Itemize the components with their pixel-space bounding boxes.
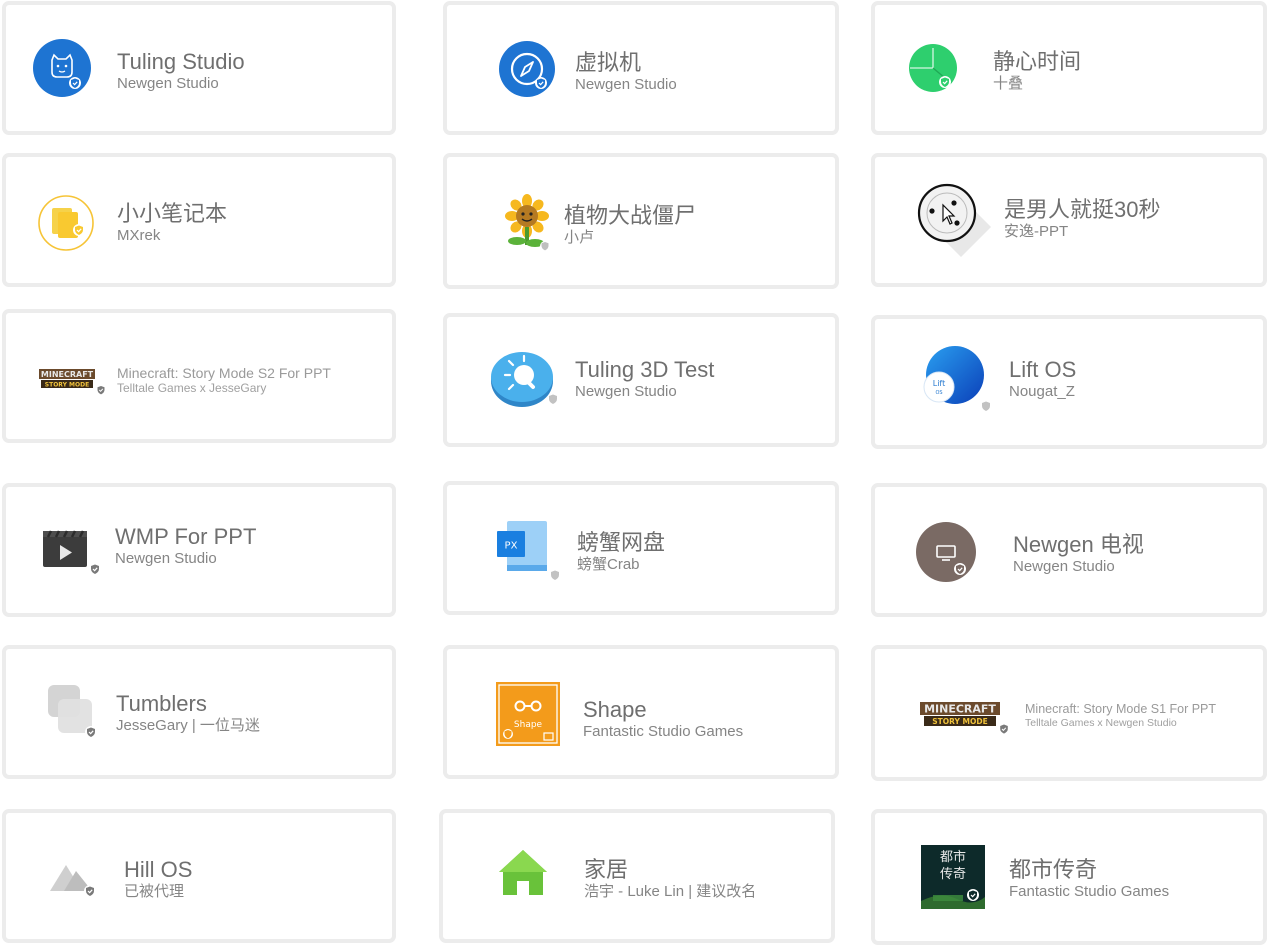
app-subtitle: 小卢 xyxy=(564,229,595,246)
app-subtitle: 已被代理 xyxy=(124,883,185,900)
app-title: Lift OS xyxy=(1009,357,1077,382)
house-icon xyxy=(497,847,557,899)
app-title: Newgen 电视 xyxy=(1013,532,1144,557)
app-subtitle: Nougat_Z xyxy=(1009,383,1075,400)
px-label: PX xyxy=(505,541,518,552)
os-label: OS xyxy=(935,390,942,396)
app-subtitle: Telltale Games x JesseGary xyxy=(117,381,267,395)
shape-icon: Shape xyxy=(496,682,562,748)
app-card-hill-os[interactable]: Hill OS 已被代理 xyxy=(2,809,396,943)
app-title: 是男人就挺30秒 xyxy=(1004,197,1161,222)
app-title: 静心时间 xyxy=(993,49,1082,74)
app-card-tuling-studio[interactable]: Tuling Studio Newgen Studio xyxy=(2,1,396,135)
notebook-icon xyxy=(37,195,95,253)
sunflower-icon xyxy=(501,193,557,255)
app-card-virtual-machine[interactable]: 虚拟机 Newgen Studio xyxy=(443,1,839,135)
app-card-meditation-time[interactable]: 静心时间 十叠 xyxy=(871,1,1267,135)
app-title: 虚拟机 xyxy=(575,50,642,75)
app-subtitle: Fantastic Studio Games xyxy=(583,723,744,740)
minecraft-logo-icon: MINECRAFT STORY MODE xyxy=(920,702,1016,738)
app-subtitle: Newgen Studio xyxy=(117,75,219,92)
app-card-survive-30s[interactable]: 是男人就挺30秒 安逸-PPT xyxy=(871,153,1267,287)
app-title: 植物大战僵尸 xyxy=(564,203,697,228)
mountain-icon xyxy=(48,853,104,903)
app-card-city-legend[interactable]: 都市 传奇 都市传奇 Fantastic Studio Games xyxy=(871,809,1267,945)
target-cursor-icon xyxy=(917,183,993,259)
app-card-minecraft-s2[interactable]: MINECRAFT STORY MODE Minecraft: Story Mo… xyxy=(2,309,396,443)
app-subtitle: Newgen Studio xyxy=(575,383,677,400)
minecraft-wordmark: MINECRAFT xyxy=(924,703,996,716)
app-subtitle: Newgen Studio xyxy=(1013,558,1115,575)
city-legend-icon: 都市 传奇 xyxy=(921,845,989,913)
lift-os-icon: Lift OS xyxy=(919,345,999,417)
app-title: Tuling 3D Test xyxy=(575,357,715,382)
app-title: 小小笔记本 xyxy=(117,201,228,226)
app-card-tumblers[interactable]: Tumblers JesseGary | 一位马迷 xyxy=(2,645,396,779)
app-card-minecraft-s1[interactable]: MINECRAFT STORY MODE Minecraft: Story Mo… xyxy=(871,645,1267,781)
app-subtitle: 安逸-PPT xyxy=(1004,223,1069,240)
app-title: WMP For PPT xyxy=(115,524,257,549)
cat-icon xyxy=(32,38,94,100)
app-subtitle: MXrek xyxy=(117,227,161,244)
tumblers-icon xyxy=(45,683,103,743)
lift-label: Lift xyxy=(933,379,946,388)
app-subtitle: Fantastic Studio Games xyxy=(1009,883,1170,900)
app-subtitle: 浩宇 - Luke Lin | 建议改名 xyxy=(584,883,757,900)
app-title: Minecraft: Story Mode S1 For PPT xyxy=(1025,702,1217,716)
app-title: 螃蟹网盘 xyxy=(577,530,666,555)
app-title: 家居 xyxy=(584,857,629,882)
clock-icon xyxy=(907,43,965,95)
app-subtitle: 十叠 xyxy=(993,75,1024,92)
app-title: Shape xyxy=(583,697,647,722)
app-title: Minecraft: Story Mode S2 For PPT xyxy=(117,365,331,381)
app-card-tuling-3d-test[interactable]: Tuling 3D Test Newgen Studio xyxy=(443,313,839,447)
story-mode-wordmark: STORY MODE xyxy=(932,717,988,726)
compass-icon xyxy=(498,40,560,102)
city-legend-title-2: 传奇 xyxy=(940,866,966,882)
minecraft-logo-icon: MINECRAFT STORY MODE xyxy=(39,369,111,399)
app-subtitle: JesseGary | 一位马迷 xyxy=(116,717,260,734)
tv-icon xyxy=(916,522,982,586)
app-card-shape[interactable]: Shape Shape Fantastic Studio Games xyxy=(443,645,839,779)
minecraft-wordmark: MINECRAFT xyxy=(41,370,94,379)
city-legend-title-1: 都市 xyxy=(940,849,966,865)
app-card-wmp-for-ppt[interactable]: WMP For PPT Newgen Studio xyxy=(2,483,396,617)
app-title: 都市传奇 xyxy=(1009,857,1098,882)
video-player-icon xyxy=(41,523,107,579)
app-title: Tuling Studio xyxy=(117,49,245,74)
app-card-lift-os[interactable]: Lift OS Lift OS Nougat_Z xyxy=(871,315,1267,449)
bulb-icon xyxy=(491,348,563,410)
app-subtitle: Newgen Studio xyxy=(115,550,217,567)
app-subtitle: Newgen Studio xyxy=(575,76,677,93)
app-card-newgen-tv[interactable]: Newgen 电视 Newgen Studio xyxy=(871,483,1267,617)
story-mode-wordmark: STORY MODE xyxy=(45,382,89,389)
app-title: Tumblers xyxy=(116,691,207,716)
app-card-crab-drive[interactable]: PX 螃蟹网盘 螃蟹Crab xyxy=(443,481,839,615)
app-subtitle: 螃蟹Crab xyxy=(577,556,640,573)
shape-icon-label: Shape xyxy=(514,720,543,730)
app-card-notebook[interactable]: 小小笔记本 MXrek xyxy=(2,153,396,287)
app-title: Hill OS xyxy=(124,857,193,882)
app-card-plants-vs-zombies[interactable]: 植物大战僵尸 小卢 xyxy=(443,153,839,289)
app-card-home[interactable]: 家居 浩宇 - Luke Lin | 建议改名 xyxy=(439,809,835,943)
cloud-drive-icon: PX xyxy=(493,519,565,583)
app-subtitle: Telltale Games x Newgen Studio xyxy=(1025,717,1177,729)
